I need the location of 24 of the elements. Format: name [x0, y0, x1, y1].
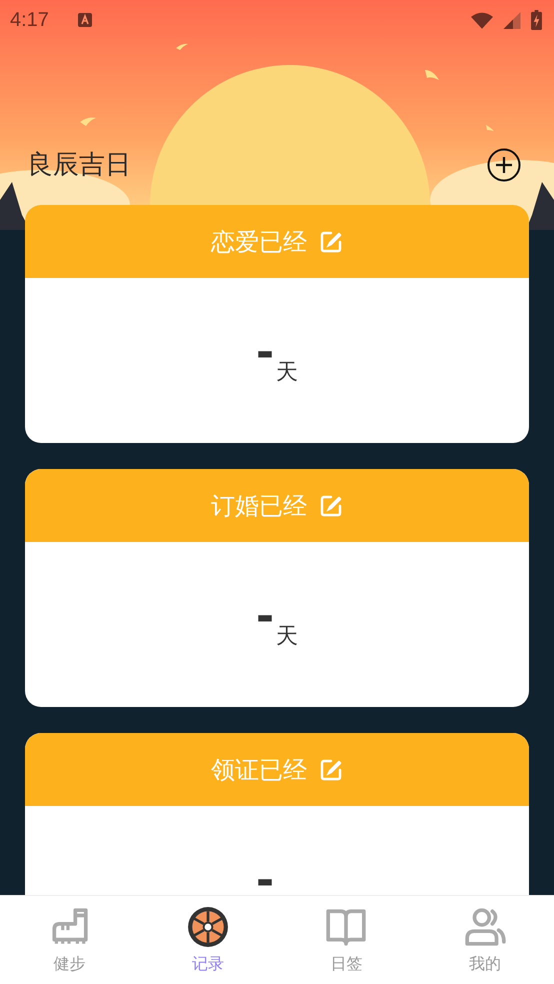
status-time: 4:17 [10, 8, 49, 32]
edit-icon[interactable] [319, 758, 343, 782]
edit-icon[interactable] [319, 230, 343, 254]
signal-icon [501, 12, 523, 28]
card-title: 订婚已经 [211, 490, 307, 522]
day-count: - [256, 594, 274, 638]
card-title: 恋爱已经 [211, 226, 307, 258]
day-unit: 天 [276, 622, 298, 650]
wifi-icon [471, 12, 493, 28]
day-count: - [256, 858, 274, 895]
nav-tab[interactable]: 日签 [277, 896, 416, 984]
add-icon[interactable] [487, 148, 521, 182]
notification-icon [76, 12, 93, 28]
card-title: 领证已经 [211, 754, 307, 786]
day-count: - [256, 330, 274, 374]
aperture-icon [186, 906, 229, 948]
day-unit: 天 [276, 358, 298, 386]
edit-icon[interactable] [319, 494, 343, 518]
page-title: 良辰吉日 [27, 149, 131, 182]
users-icon [464, 906, 506, 948]
nav-tab[interactable]: 记录 [138, 896, 277, 984]
battery-icon [531, 10, 542, 30]
nav-tab[interactable]: 健步 [0, 896, 138, 984]
nav-tab[interactable]: 我的 [416, 896, 554, 984]
